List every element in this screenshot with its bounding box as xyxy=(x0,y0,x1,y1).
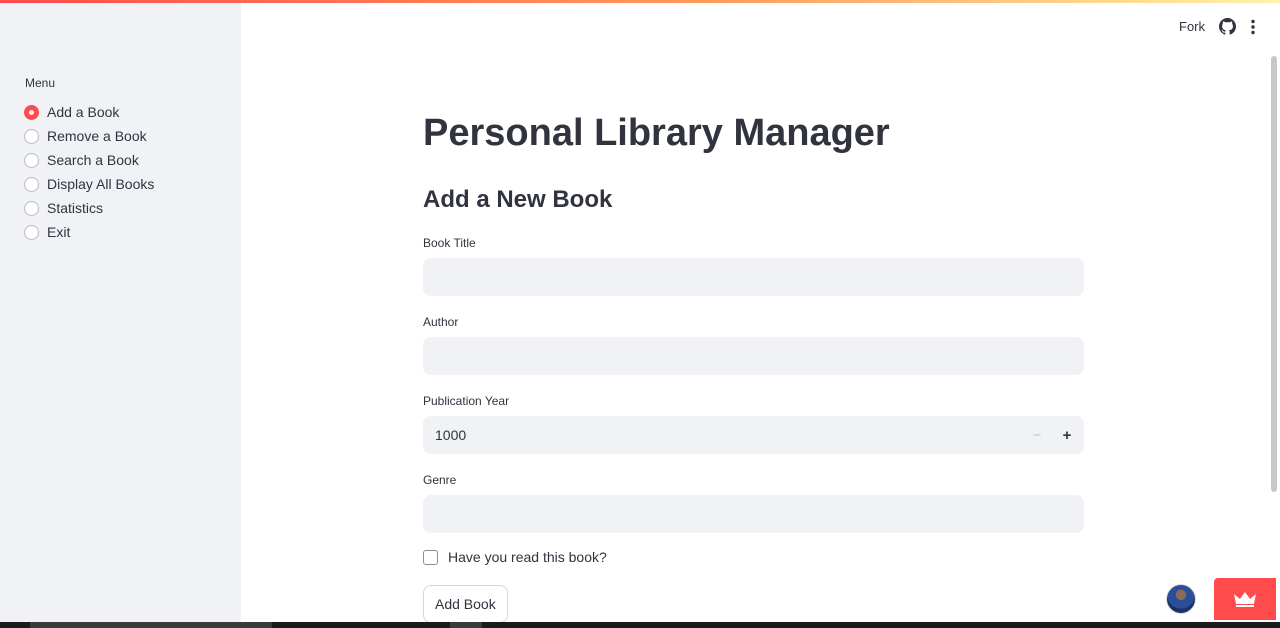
radio-icon xyxy=(24,224,39,240)
decrement-button[interactable]: − xyxy=(1022,416,1052,454)
menu-item-label: Statistics xyxy=(47,200,104,216)
menu-item-exit[interactable]: Exit xyxy=(24,220,154,244)
read-checkbox[interactable]: Have you read this book? xyxy=(423,549,607,565)
fork-button[interactable]: Fork xyxy=(1179,19,1205,34)
radio-icon xyxy=(24,128,39,144)
taskbar-item[interactable] xyxy=(30,622,272,628)
menu-radio-group: Add a Book Remove a Book Search a Book D… xyxy=(24,100,154,244)
add-book-button[interactable]: Add Book xyxy=(423,585,508,623)
menu-item-statistics[interactable]: Statistics xyxy=(24,196,154,220)
book-title-input[interactable] xyxy=(423,258,1084,296)
streamlit-badge[interactable] xyxy=(1214,578,1276,620)
menu-item-label: Add a Book xyxy=(47,104,120,120)
github-icon[interactable] xyxy=(1219,18,1236,35)
page-title: Personal Library Manager xyxy=(423,112,890,154)
top-accent-bar xyxy=(0,0,1280,3)
genre-label: Genre xyxy=(423,473,457,487)
menu-item-label: Search a Book xyxy=(47,152,139,168)
radio-icon xyxy=(24,200,39,216)
section-title: Add a New Book xyxy=(423,186,613,213)
menu-item-remove-book[interactable]: Remove a Book xyxy=(24,124,154,148)
publication-year-value[interactable]: 1000 xyxy=(423,427,1022,443)
publication-year-input[interactable]: 1000 − + xyxy=(423,416,1084,454)
page-scrollbar[interactable] xyxy=(1271,56,1277,492)
menu-title: Menu xyxy=(25,76,56,90)
genre-input[interactable] xyxy=(423,495,1084,533)
author-input[interactable] xyxy=(423,337,1084,375)
taskbar-item[interactable] xyxy=(450,622,482,628)
header-toolbar: Fork xyxy=(1179,18,1256,35)
menu-item-add-book[interactable]: Add a Book xyxy=(24,100,154,124)
checkbox-icon[interactable] xyxy=(423,549,438,565)
sidebar: Menu Add a Book Remove a Book Search a B… xyxy=(0,0,241,622)
more-vertical-icon[interactable] xyxy=(1250,19,1256,35)
menu-item-search-book[interactable]: Search a Book xyxy=(24,148,154,172)
radio-selected-icon xyxy=(24,104,39,120)
book-title-label: Book Title xyxy=(423,236,476,250)
publication-year-label: Publication Year xyxy=(423,394,510,408)
read-checkbox-label: Have you read this book? xyxy=(448,549,607,565)
author-label: Author xyxy=(423,315,459,329)
radio-icon xyxy=(24,176,39,192)
menu-item-label: Display All Books xyxy=(47,176,155,192)
crown-icon xyxy=(1234,592,1256,607)
menu-item-label: Exit xyxy=(47,224,71,240)
user-avatar[interactable] xyxy=(1166,584,1196,614)
menu-item-label: Remove a Book xyxy=(47,128,147,144)
radio-icon xyxy=(24,152,39,168)
increment-button[interactable]: + xyxy=(1052,416,1082,454)
menu-item-display-all[interactable]: Display All Books xyxy=(24,172,154,196)
taskbar xyxy=(0,622,1280,628)
